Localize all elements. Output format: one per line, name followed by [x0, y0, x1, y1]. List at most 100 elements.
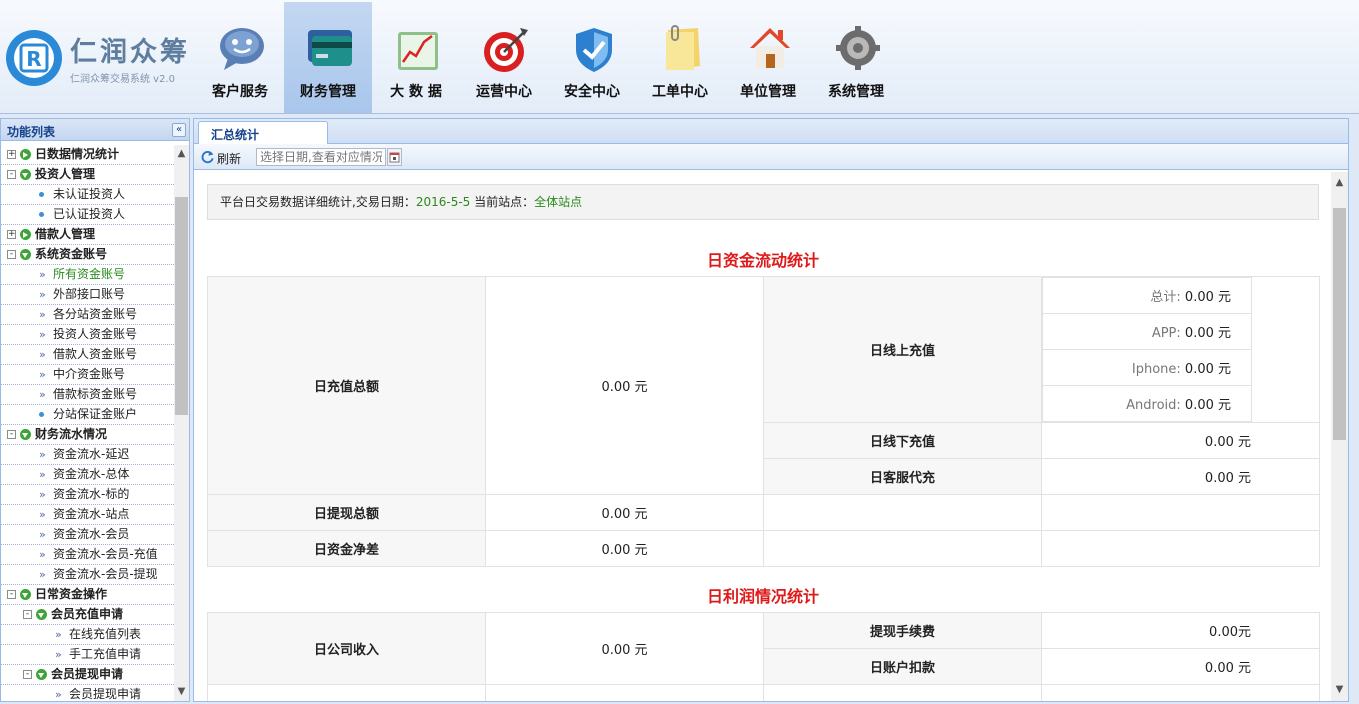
breakdown-label: 总计: — [1150, 290, 1181, 305]
app-header: R 仁润众筹 仁润众筹交易系统 v2.0 客户服务 财务管理 大 数 据 运营中… — [0, 0, 1359, 114]
sidebar-item[interactable]: + 借款人管理 — [1, 225, 174, 245]
content-scrollbar[interactable]: ▲ ▼ — [1331, 172, 1348, 701]
sidebar-item[interactable]: - 会员充值申请 — [1, 605, 174, 625]
folder-bullet-icon — [20, 589, 31, 600]
sidebar-item[interactable]: » 借款人资金账号 — [1, 345, 174, 365]
sidebar-item[interactable]: 已认证投资人 — [1, 205, 174, 225]
nav-item-work-orders[interactable]: 工单中心 — [636, 2, 724, 113]
sidebar-item-label: 未认证投资人 — [53, 187, 126, 201]
sidebar-item-label: 日常资金操作 — [35, 587, 108, 601]
collapse-node-icon[interactable]: - — [7, 250, 16, 259]
sidebar-item[interactable]: » 手工充值申请 — [1, 645, 174, 665]
sidebar-item-label: 所有资金账号 — [53, 267, 126, 281]
collapse-node-icon[interactable]: - — [23, 610, 32, 619]
nav-item-unit-management[interactable]: 单位管理 — [724, 2, 812, 113]
empty-cell — [763, 684, 1042, 701]
nav-label: 财务管理 — [300, 84, 356, 100]
leaf-arrow-icon: » — [39, 308, 46, 321]
breakdown-value: 0.00 元 — [1184, 326, 1231, 341]
tab-bar: 汇总统计 — [194, 119, 1348, 144]
leaf-arrow-icon: » — [39, 568, 46, 581]
nav-item-operations[interactable]: 运营中心 — [460, 2, 548, 113]
sidebar-item[interactable]: 分站保证金账户 — [1, 405, 174, 425]
sidebar-header: 功能列表 « — [1, 119, 189, 141]
info-prefix: 平台日交易数据详细统计,交易日期： — [220, 195, 416, 209]
leaf-arrow-icon: » — [55, 648, 62, 661]
shield-icon — [576, 28, 612, 72]
collapse-sidebar-button[interactable]: « — [172, 123, 186, 137]
leaf-arrow-icon: » — [39, 508, 46, 521]
sidebar-item[interactable]: - 会员提现申请 — [1, 665, 174, 685]
sidebar-item[interactable]: + 日数据情况统计 — [1, 145, 174, 165]
sidebar-item[interactable]: » 资金流水-会员 — [1, 525, 174, 545]
collapse-node-icon[interactable]: - — [7, 430, 16, 439]
sidebar-item-label: 系统资金账号 — [35, 247, 108, 261]
sidebar-item[interactable]: » 中介资金账号 — [1, 365, 174, 385]
refresh-label: 刷新 — [217, 152, 242, 166]
sidebar-item[interactable]: » 资金流水-会员-充值 — [1, 545, 174, 565]
nav-item-customer-service[interactable]: 客户服务 — [196, 2, 284, 113]
nav-item-finance[interactable]: 财务管理 — [284, 2, 372, 113]
sidebar-scrollbar[interactable]: ▲ ▼ — [174, 145, 189, 701]
sidebar-item[interactable]: - 投资人管理 — [1, 165, 174, 185]
nav-item-system-management[interactable]: 系统管理 — [812, 2, 900, 113]
leaf-arrow-icon: » — [55, 688, 62, 701]
nav-label: 运营中心 — [476, 84, 532, 100]
sidebar-item[interactable]: » 资金流水-站点 — [1, 505, 174, 525]
sidebar-item-label: 借款人管理 — [35, 227, 96, 241]
sidebar-item[interactable]: » 投资人资金账号 — [1, 325, 174, 345]
sidebar-item[interactable]: - 系统资金账号 — [1, 245, 174, 265]
expand-node-icon[interactable]: + — [7, 150, 16, 159]
station-label: 当前站点： — [470, 195, 535, 209]
sidebar-item[interactable]: - 日常资金操作 — [1, 585, 174, 605]
logo: R 仁润众筹 仁润众筹交易系统 v2.0 — [4, 26, 194, 92]
scroll-up-arrow-icon[interactable]: ▲ — [1333, 176, 1346, 190]
sidebar-item[interactable]: » 资金流水-总体 — [1, 465, 174, 485]
tab-summary-statistics[interactable]: 汇总统计 — [198, 121, 328, 144]
logo-mark-icon: R — [6, 30, 62, 86]
leaf-arrow-icon: » — [39, 448, 46, 461]
gears-icon — [836, 26, 880, 70]
sidebar-item[interactable]: » 资金流水-标的 — [1, 485, 174, 505]
sidebar-item[interactable]: » 资金流水-会员-提现 — [1, 565, 174, 585]
nav-item-big-data[interactable]: 大 数 据 — [372, 2, 460, 113]
calendar-trigger-button[interactable] — [387, 148, 402, 166]
sidebar-item[interactable]: » 借款标资金账号 — [1, 385, 174, 405]
sidebar-item[interactable]: » 会员提现申请 — [1, 685, 174, 701]
date-picker-input[interactable] — [256, 148, 386, 166]
company-income-value: 0.00 元 — [485, 612, 764, 685]
calendar-icon — [389, 152, 400, 163]
offline-recharge-value: 0.00 元 — [1041, 422, 1320, 459]
breakdown-row: APP: 0.00 元 — [1042, 313, 1252, 350]
sidebar-item[interactable]: » 所有资金账号 — [1, 265, 174, 285]
offline-recharge-label: 日线下充值 — [763, 422, 1042, 459]
service-recharge-value: 0.00 元 — [1041, 458, 1320, 495]
refresh-icon — [201, 150, 214, 164]
scroll-down-arrow-icon[interactable]: ▼ — [1333, 683, 1346, 697]
sidebar-item-label: 外部接口账号 — [53, 287, 126, 301]
sidebar-item[interactable]: » 外部接口账号 — [1, 285, 174, 305]
capital-flow-title: 日资金流动统计 — [706, 251, 819, 270]
sidebar-item[interactable]: » 资金流水-延迟 — [1, 445, 174, 465]
expand-node-icon[interactable]: + — [7, 230, 16, 239]
sidebar-scroll-thumb[interactable] — [175, 197, 188, 415]
nav-label: 客户服务 — [212, 84, 268, 100]
collapse-node-icon[interactable]: - — [7, 170, 16, 179]
scroll-down-arrow-icon[interactable]: ▼ — [175, 685, 188, 699]
leaf-arrow-icon: » — [39, 268, 46, 281]
trade-date: 2016-5-5 — [415, 195, 471, 209]
collapse-node-icon[interactable]: - — [7, 590, 16, 599]
content-scroll-thumb[interactable] — [1333, 208, 1346, 440]
sidebar-item-label: 会员提现申请 — [51, 667, 124, 681]
sidebar-item-label: 中介资金账号 — [53, 367, 126, 381]
sidebar-item[interactable]: » 各分站资金账号 — [1, 305, 174, 325]
sidebar-item[interactable]: - 财务流水情况 — [1, 425, 174, 445]
sidebar-item-label: 投资人管理 — [35, 167, 96, 181]
sidebar-item[interactable]: » 在线充值列表 — [1, 625, 174, 645]
collapse-node-icon[interactable]: - — [23, 670, 32, 679]
recharge-total-value: 0.00 元 — [485, 276, 764, 495]
nav-item-security[interactable]: 安全中心 — [548, 2, 636, 113]
scroll-up-arrow-icon[interactable]: ▲ — [175, 147, 188, 161]
sidebar-item[interactable]: 未认证投资人 — [1, 185, 174, 205]
withdraw-total-label: 日提现总额 — [207, 494, 486, 531]
